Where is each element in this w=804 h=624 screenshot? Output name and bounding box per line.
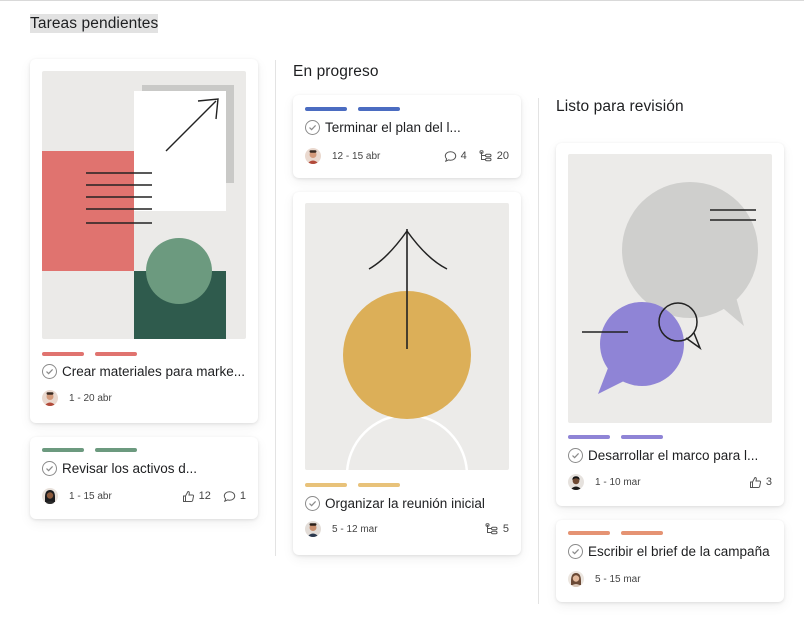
- card-cover-image: [305, 203, 509, 470]
- task-card[interactable]: Revisar los activos d... 1 - 15 abr 12 1: [30, 437, 258, 519]
- subtasks-counter[interactable]: 5: [485, 522, 509, 536]
- task-card[interactable]: Crear materiales para marke... 1 - 20 ab…: [30, 59, 258, 423]
- task-card[interactable]: Escribir el brief de la campaña 5 - 15 m…: [556, 520, 784, 602]
- tag-row: [42, 448, 137, 452]
- subtask-icon: [479, 149, 492, 161]
- comment-icon: [223, 490, 236, 502]
- task-card[interactable]: Desarrollar el marco para l... 1 - 10 ma…: [556, 143, 784, 506]
- user-avatar[interactable]: [305, 521, 321, 537]
- task-card[interactable]: Terminar el plan del l... 12 - 15 abr 4 …: [293, 95, 521, 178]
- tag-row: [568, 435, 663, 439]
- user-avatar[interactable]: [568, 474, 584, 490]
- task-title[interactable]: Terminar el plan del l...: [305, 120, 511, 135]
- comment-icon: [444, 150, 456, 162]
- check-circle-icon[interactable]: [42, 364, 57, 379]
- due-date: 1 - 20 abr: [69, 392, 112, 404]
- user-avatar[interactable]: [305, 148, 321, 164]
- subtasks-counter[interactable]: 20: [479, 149, 509, 163]
- comments-counter[interactable]: 4: [444, 150, 467, 163]
- column-divider: [275, 60, 276, 556]
- user-avatar[interactable]: [42, 488, 58, 504]
- comments-counter[interactable]: 1: [223, 490, 246, 503]
- tag: [621, 531, 663, 535]
- tag: [621, 435, 663, 439]
- task-title[interactable]: Organizar la reunión inicial: [305, 496, 511, 511]
- tag: [42, 448, 84, 452]
- task-meta: 5 - 12 mar 5: [305, 520, 509, 538]
- task-title[interactable]: Crear materiales para marke...: [42, 364, 248, 379]
- thumbs-up-icon: [182, 490, 194, 502]
- task-meta: 12 - 15 abr 4 20: [305, 147, 509, 165]
- check-circle-icon[interactable]: [305, 120, 320, 135]
- task-meta: 1 - 10 mar 3: [568, 473, 772, 491]
- check-circle-icon[interactable]: [42, 461, 57, 476]
- card-cover-image: [568, 154, 772, 423]
- check-circle-icon[interactable]: [568, 544, 583, 559]
- check-circle-icon[interactable]: [568, 448, 583, 463]
- task-title[interactable]: Revisar los activos d...: [42, 461, 248, 476]
- likes-counter[interactable]: 12: [182, 490, 211, 503]
- tag: [42, 352, 84, 356]
- column-divider: [538, 98, 539, 604]
- due-date: 1 - 15 abr: [69, 490, 112, 502]
- column-title-pendientes: Tareas pendientes: [30, 14, 159, 33]
- column-title-progreso: En progreso: [293, 63, 379, 80]
- task-meta: 5 - 15 mar: [568, 570, 772, 588]
- user-avatar[interactable]: [42, 390, 58, 406]
- due-date: 5 - 12 mar: [332, 523, 378, 535]
- tag: [305, 483, 347, 487]
- task-title[interactable]: Desarrollar el marco para l...: [568, 448, 774, 463]
- due-date: 12 - 15 abr: [332, 150, 381, 162]
- tag-row: [305, 483, 400, 487]
- tag: [358, 483, 400, 487]
- tag-row: [305, 107, 400, 111]
- task-title[interactable]: Escribir el brief de la campaña: [568, 544, 774, 559]
- tag: [358, 107, 400, 111]
- user-avatar[interactable]: [568, 571, 584, 587]
- task-card[interactable]: Organizar la reunión inicial 5 - 12 mar …: [293, 192, 521, 555]
- task-meta: 1 - 20 abr: [42, 389, 246, 407]
- tag: [95, 448, 137, 452]
- tag: [95, 352, 137, 356]
- likes-counter[interactable]: 3: [749, 476, 772, 489]
- thumbs-up-icon: [749, 476, 761, 488]
- tag: [568, 435, 610, 439]
- check-circle-icon[interactable]: [305, 496, 320, 511]
- subtask-icon: [485, 522, 498, 534]
- task-meta: 1 - 15 abr 12 1: [42, 487, 246, 505]
- card-cover-image: [42, 71, 246, 339]
- tag-row: [42, 352, 137, 356]
- top-border: [0, 0, 804, 1]
- tag: [305, 107, 347, 111]
- tag-row: [568, 531, 663, 535]
- due-date: 1 - 10 mar: [595, 476, 641, 488]
- tag: [568, 531, 610, 535]
- column-title-revision: Listo para revisión: [556, 98, 684, 115]
- due-date: 5 - 15 mar: [595, 573, 641, 585]
